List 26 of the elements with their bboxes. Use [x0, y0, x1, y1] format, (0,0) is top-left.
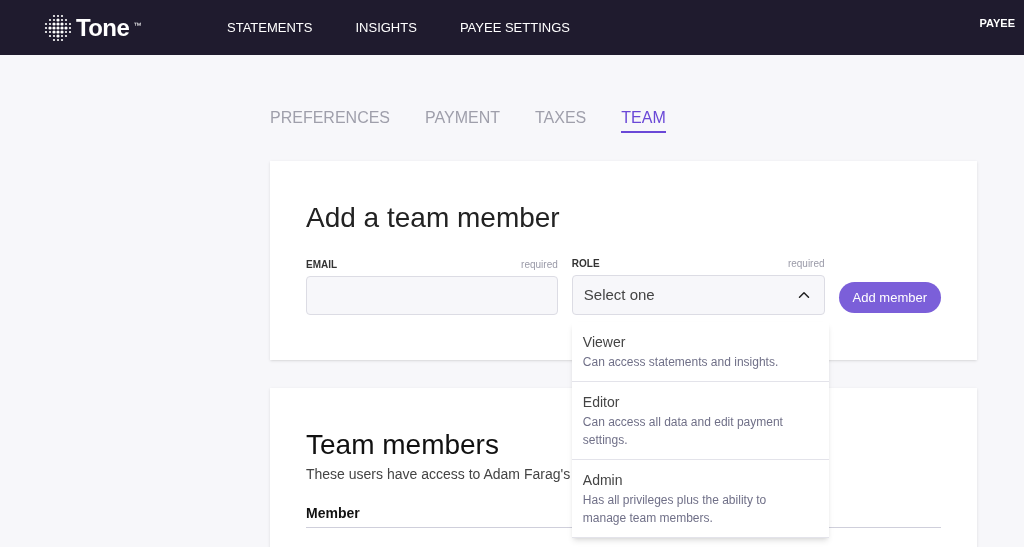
- field-label: EMAIL: [306, 258, 338, 272]
- required-hint: required: [787, 257, 825, 271]
- option-name: Viewer: [582, 333, 627, 352]
- role-dropdown[interactable]: Select one: [571, 275, 825, 315]
- trademark: ™: [133, 19, 142, 32]
- section-subtitle: These users have access to Adam Farag's: [306, 465, 571, 484]
- option-description: Can access all data and edit payment settings.: [582, 414, 784, 449]
- nav-link[interactable]: PAYEE SETTINGS: [459, 17, 570, 38]
- option-description: Has all privileges plus the ability to manage team members.: [582, 492, 768, 527]
- role-option[interactable]: Viewer Can access statements and insights.: [571, 322, 829, 382]
- required-hint: required: [521, 258, 558, 272]
- column-header: Member: [306, 505, 360, 521]
- option-name: Admin: [582, 471, 624, 490]
- section-title: Add a team member: [306, 201, 561, 235]
- option-name: Editor: [582, 393, 621, 412]
- nav-link[interactable]: STATEMENTS: [227, 17, 313, 38]
- logo-text: Tone: [76, 12, 130, 43]
- option-description: Can access statements and insights.: [582, 354, 780, 371]
- email-field[interactable]: [306, 276, 558, 315]
- user-menu[interactable]: PAYEE: [979, 15, 1015, 32]
- settings-tab[interactable]: TEAM: [621, 105, 666, 133]
- field-label: ROLE: [571, 257, 600, 271]
- logo-icon: [44, 13, 72, 42]
- nav-link[interactable]: INSIGHTS: [355, 17, 417, 38]
- section-title: Team members: [306, 428, 499, 462]
- add-member-button[interactable]: Add member: [838, 282, 941, 313]
